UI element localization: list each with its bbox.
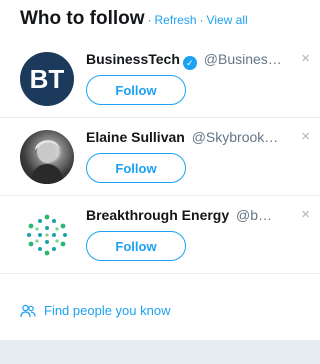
header-separator: · xyxy=(147,13,152,27)
account-name-line: Breakthrough Energy @b… xyxy=(86,207,286,223)
suggestion-row: Breakthrough Energy @b… × Follow xyxy=(0,196,320,274)
refresh-link[interactable]: Refresh xyxy=(155,13,197,27)
find-people-label: Find people you know xyxy=(44,303,171,318)
account-handle: @Skybrook… xyxy=(191,129,279,145)
avatar-initials: BT xyxy=(29,63,65,94)
portrait-photo-icon xyxy=(30,140,64,184)
breakthrough-energy-logo-icon xyxy=(27,214,67,256)
account-name[interactable]: BusinessTech xyxy=(86,51,180,67)
verified-badge-icon: ✓ xyxy=(182,56,197,70)
follow-button[interactable]: Follow xyxy=(86,153,186,183)
dismiss-icon[interactable]: × xyxy=(301,51,310,66)
view-all-link[interactable]: View all xyxy=(207,13,248,27)
avatar[interactable] xyxy=(20,208,74,262)
card-title: Who to follow xyxy=(20,8,145,29)
avatar[interactable] xyxy=(20,130,74,184)
who-to-follow-card: Who to follow · Refresh · View all BT Bu… xyxy=(0,0,320,340)
suggestion-row: Elaine Sullivan @Skybrook… × Follow xyxy=(0,118,320,196)
follow-button[interactable]: Follow xyxy=(86,231,186,261)
account-handle: @b… xyxy=(236,207,273,223)
avatar[interactable]: BT xyxy=(20,52,74,106)
account-name[interactable]: Elaine Sullivan xyxy=(86,129,185,145)
dismiss-icon[interactable]: × xyxy=(301,129,310,144)
dismiss-icon[interactable]: × xyxy=(301,207,310,222)
follow-button[interactable]: Follow xyxy=(86,75,186,105)
find-people-link[interactable]: Find people you know xyxy=(20,303,170,318)
account-name-line: BusinessTech ✓ @Busines… xyxy=(86,51,286,70)
header-separator: · xyxy=(199,13,204,27)
account-handle: @Busines… xyxy=(203,51,282,67)
card-header: Who to follow · Refresh · View all xyxy=(20,8,248,30)
account-name[interactable]: Breakthrough Energy xyxy=(86,207,229,223)
account-name-line: Elaine Sullivan @Skybrook… xyxy=(86,129,286,145)
people-icon xyxy=(20,304,36,317)
suggestion-row: BT BusinessTech ✓ @Busines… × Follow xyxy=(0,40,320,118)
